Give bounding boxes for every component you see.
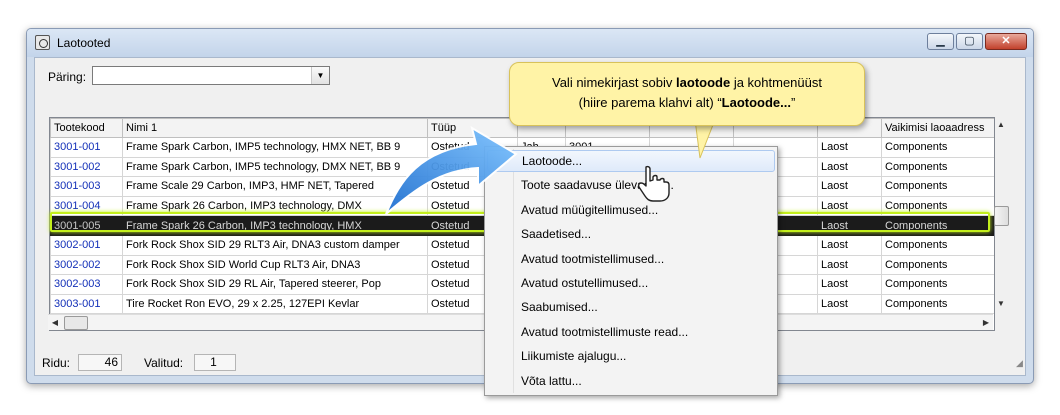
scroll-down-icon[interactable]: ▼ (993, 296, 1009, 312)
table-cell-code[interactable]: 3001-003 (50, 176, 123, 197)
close-icon: ✕ (1001, 35, 1011, 47)
table-cell-code[interactable]: 3003-001 (50, 293, 123, 315)
scroll-left-icon[interactable]: ◀ (48, 315, 62, 330)
table-cell-c8: Laost (817, 137, 882, 158)
table-cell-addr: Components (881, 234, 994, 256)
window-title: Laotooted (57, 36, 111, 50)
window-app-icon (35, 35, 50, 50)
table-cell-code[interactable]: 3001-005 (50, 215, 123, 236)
context-menu-item[interactable]: Avatud tootmistellimuste read... (487, 321, 775, 343)
grid-column-header[interactable]: Tootekood (50, 118, 123, 138)
table-cell-code[interactable]: 3002-003 (50, 274, 123, 295)
table-cell-code[interactable]: 3001-002 (50, 156, 123, 178)
table-cell-addr: Components (881, 137, 994, 158)
table-cell-name: Fork Rock Shox SID 29 RL Air, Tapered st… (122, 274, 428, 295)
table-cell-c8: Laost (817, 215, 882, 236)
close-button[interactable]: ✕ (985, 33, 1027, 50)
rows-count-label: Ridu: (42, 356, 71, 370)
context-menu-item[interactable]: Avatud müügitellimused... (487, 199, 775, 221)
callout-line2-suffix: ” (791, 95, 796, 110)
table-cell-addr: Components (881, 156, 994, 178)
hand-cursor-icon (637, 165, 670, 202)
callout-line1-suffix: ja kohtmenüüst (730, 75, 822, 90)
table-cell-code[interactable]: 3001-001 (50, 137, 123, 158)
table-cell-c8: Laost (817, 293, 882, 315)
vertical-scrollbar[interactable]: ▲ ▼ (993, 117, 1009, 312)
callout-line1-prefix: Vali nimekirjast sobiv (552, 75, 677, 90)
context-menu-item[interactable]: Võta lattu... (487, 370, 775, 392)
table-cell-addr: Components (881, 195, 994, 217)
title-bar[interactable]: Laotooted ▁ ▢ ✕ (27, 29, 1033, 57)
table-cell-c8: Laost (817, 176, 882, 197)
scroll-right-icon[interactable]: ▶ (979, 315, 993, 330)
query-label: Päring: (48, 70, 87, 84)
selected-count-label: Valitud: (144, 356, 184, 370)
table-cell-addr: Components (881, 293, 994, 315)
table-cell-name: Fork Rock Shox SID World Cup RLT3 Air, D… (122, 254, 428, 276)
context-menu-item[interactable]: Toote saadavuse ülevaade... (487, 174, 775, 196)
context-menu-item[interactable]: Saadetised... (487, 223, 775, 245)
context-menu-item[interactable]: Avatud ostutellimused... (487, 272, 775, 294)
minimize-icon: ▁ (936, 35, 945, 47)
window-controls: ▁ ▢ ✕ (927, 33, 1027, 50)
table-cell-c8: Laost (817, 195, 882, 217)
table-cell-name: Fork Rock Shox SID 29 RLT3 Air, DNA3 cus… (122, 234, 428, 256)
table-cell-c8: Laost (817, 156, 882, 178)
table-cell-code[interactable]: 3002-001 (50, 234, 123, 256)
instruction-callout: Vali nimekirjast sobiv laotoode ja kohtm… (509, 62, 865, 126)
callout-line2-bold: Laotoode... (721, 95, 792, 110)
query-select[interactable]: ▼ (92, 66, 330, 85)
context-menu-item[interactable]: Liikumiste ajalugu... (487, 345, 775, 367)
table-cell-addr: Components (881, 215, 994, 236)
table-cell-code[interactable]: 3001-004 (50, 195, 123, 217)
horizontal-scroll-thumb[interactable] (64, 316, 88, 330)
table-cell-c8: Laost (817, 254, 882, 276)
table-cell-addr: Components (881, 274, 994, 295)
maximize-icon: ▢ (964, 35, 975, 47)
grid-column-header[interactable]: Vaikimisi laoaadress (881, 118, 994, 138)
resize-grip-icon[interactable]: ◢ (1016, 358, 1026, 368)
callout-line2-prefix: (hiire parema klahvi alt) “ (578, 95, 722, 110)
callout-line1-bold: laotoode (676, 75, 731, 90)
table-cell-addr: Components (881, 176, 994, 197)
table-cell-code[interactable]: 3002-002 (50, 254, 123, 276)
rows-count-value: 46 (78, 354, 122, 371)
callout-text: Vali nimekirjast sobiv laotoode ja kohtm… (510, 73, 864, 113)
chevron-down-icon[interactable]: ▼ (311, 67, 329, 84)
table-cell-c8: Laost (817, 234, 882, 256)
scroll-up-icon[interactable]: ▲ (993, 117, 1009, 133)
context-menu-item[interactable]: Avatud tootmistellimused... (487, 248, 775, 270)
minimize-button[interactable]: ▁ (927, 33, 954, 50)
table-cell-c8: Laost (817, 274, 882, 295)
selected-count-value: 1 (194, 354, 236, 371)
pointer-arrow-icon (385, 125, 518, 215)
vertical-scroll-thumb[interactable] (994, 206, 1009, 226)
table-cell-name: Tire Rocket Ron EVO, 29 x 2.25, 127EPI K… (122, 293, 428, 315)
table-cell-addr: Components (881, 254, 994, 276)
context-menu-item[interactable]: Saabumised... (487, 296, 775, 318)
maximize-button[interactable]: ▢ (956, 33, 983, 50)
